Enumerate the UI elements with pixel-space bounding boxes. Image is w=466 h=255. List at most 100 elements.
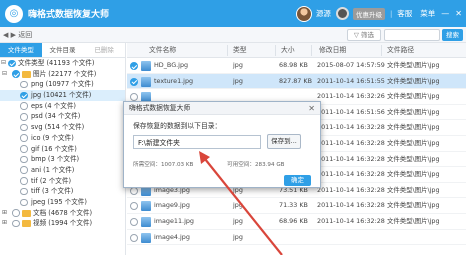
cell-path: 文件类型\图片\jpg <box>387 92 440 101</box>
folder-icon <box>22 209 31 217</box>
filter-button[interactable]: ▽ 筛选 <box>346 29 381 41</box>
vip-upgrade-button[interactable]: 优惠升级 <box>352 7 385 20</box>
save-path-input[interactable] <box>133 135 261 149</box>
tree-item-label: 文档 (4678 个文件) <box>33 208 93 217</box>
column-header-type[interactable]: 类型 <box>233 43 247 58</box>
tree-checkbox[interactable] <box>12 70 20 78</box>
tree-item[interactable]: gif (16 个文件) <box>0 144 125 155</box>
tree-item[interactable]: ⊟ 图片 (22177 个文件) <box>0 69 125 80</box>
tree-checkbox[interactable] <box>20 134 28 142</box>
ok-button[interactable]: 确定 <box>284 175 311 186</box>
row-checkbox[interactable] <box>130 93 138 102</box>
tree-item[interactable]: bmp (3 个文件) <box>0 154 125 165</box>
cell-path: 文件类型\图片\jpg <box>387 170 440 179</box>
left-tabs: 文件类型 文件目录 已删除 <box>0 43 125 58</box>
tree-checkbox[interactable] <box>20 145 28 153</box>
tree-item[interactable]: jpeg (195 个文件) <box>0 197 125 208</box>
tab-file-type[interactable]: 文件类型 <box>0 43 42 57</box>
tree-item-label: tiff (3 个文件) <box>31 187 74 196</box>
avatar[interactable] <box>295 5 312 22</box>
tree-item[interactable]: psd (34 个文件) <box>0 111 125 122</box>
column-header-name[interactable]: 文件名称 <box>149 43 176 58</box>
tree-checkbox[interactable] <box>12 219 20 228</box>
cell-name: HD_BG.jpg <box>154 61 189 69</box>
tree-checkbox[interactable] <box>20 198 28 207</box>
tab-deleted[interactable]: 已删除 <box>83 43 125 57</box>
tree-checkbox[interactable] <box>20 102 28 110</box>
dialog-prompt: 保存恢复的数据到以下目录： <box>133 122 222 130</box>
cell-path: 文件类型\图片\jpg <box>387 217 440 225</box>
expander-icon[interactable]: ⊟ <box>1 58 6 69</box>
minimize-button[interactable]: — <box>441 9 449 18</box>
tree-item[interactable]: ico (9 个文件) <box>0 133 125 144</box>
save-to-button[interactable]: 保存到... <box>267 134 301 149</box>
tree-item[interactable]: jpg (10421 个文件) <box>0 90 125 101</box>
cell-path: 文件类型\图片\jpg <box>387 76 440 85</box>
table-row[interactable]: HD_BG.jpg jpg 68.98 KB 2015-08-07 14:57:59 文… <box>127 58 466 74</box>
tree-checkbox[interactable] <box>20 177 28 185</box>
tree-checkbox[interactable] <box>20 113 28 121</box>
table-row[interactable]: image4.jpg jpg <box>127 230 466 246</box>
back-button[interactable]: ◀ ▶ 返回 <box>3 30 32 40</box>
tree-item[interactable]: png (10977 个文件) <box>0 79 125 90</box>
tree-checkbox[interactable] <box>20 155 28 164</box>
tree-item[interactable]: ani (1 个文件) <box>0 165 125 176</box>
cell-path: 文件类型\图片\jpg <box>387 61 440 69</box>
dialog-close-button[interactable]: ✕ <box>308 102 315 115</box>
table-row[interactable]: texture1.jpg jpg 827.87 KB 2011-10-14 16:51… <box>127 73 466 90</box>
tree-item[interactable]: ⊞ 视频 (1994 个文件) <box>0 218 125 229</box>
image-file-icon <box>141 232 151 243</box>
cell-date: 2011-10-14 16:51:56 <box>317 107 385 116</box>
tree-checkbox[interactable] <box>8 59 16 68</box>
tree-checkbox[interactable] <box>12 209 20 217</box>
row-checkbox[interactable] <box>130 202 138 211</box>
cell-name: image11.jpg <box>154 217 194 225</box>
tree-checkbox[interactable] <box>20 123 28 132</box>
image-file-icon <box>141 76 151 87</box>
username[interactable]: 源源 <box>316 8 331 19</box>
expander-icon[interactable]: ⊟ <box>2 69 7 80</box>
toolbar: ◀ ▶ 返回 ▽ 筛选 搜索 <box>0 27 466 43</box>
column-divider <box>381 45 382 56</box>
table-row[interactable]: image11.jpg jpg 68.96 KB 2011-10-14 16:32:2… <box>127 214 466 230</box>
cell-path: 文件类型\图片\jpg <box>387 154 440 163</box>
row-checkbox[interactable] <box>130 62 138 70</box>
tree-item-label: svg (514 个文件) <box>31 123 85 132</box>
expander-icon[interactable]: ⊞ <box>2 218 7 229</box>
search-button[interactable]: 搜索 <box>442 29 463 41</box>
tree-item[interactable]: svg (514 个文件) <box>0 122 125 133</box>
close-button[interactable]: ✕ <box>455 9 462 18</box>
menu-button[interactable]: 菜单 <box>420 8 435 19</box>
tree-item-label: ico (9 个文件) <box>31 133 74 142</box>
tree-item-label: ani (1 个文件) <box>31 165 75 174</box>
tree-item[interactable]: ⊟ 文件类型 (41193 个文件) <box>0 58 125 69</box>
cell-size: 71.33 KB <box>279 201 308 210</box>
column-header-path[interactable]: 文件路径 <box>387 43 414 58</box>
cell-date: 2011-10-14 16:32:28 <box>317 217 385 225</box>
cell-date: 2011-10-14 16:51:55 <box>317 76 385 85</box>
search-input[interactable] <box>384 29 440 41</box>
expander-icon[interactable]: ⊞ <box>2 208 7 219</box>
table-row[interactable]: image9.jpg jpg 71.33 KB 2011-10-14 16:32:28… <box>127 198 466 214</box>
title-bar-actions: 源源 优惠升级 | 客服 菜单 — ✕ <box>295 0 462 27</box>
gear-icon[interactable] <box>335 7 349 20</box>
tree-checkbox[interactable] <box>20 80 28 89</box>
tab-file-directory[interactable]: 文件目录 <box>42 43 84 57</box>
tree-item[interactable]: tiff (3 个文件) <box>0 186 125 197</box>
row-checkbox[interactable] <box>130 233 138 242</box>
row-checkbox[interactable] <box>130 77 138 86</box>
tree-item[interactable]: eps (4 个文件) <box>0 101 125 112</box>
table-header: 文件名称 类型 大小 修改日期 文件路径 <box>127 43 466 58</box>
tree-checkbox[interactable] <box>20 187 28 196</box>
tree-item-label: psd (34 个文件) <box>31 112 81 121</box>
tree-item-label: jpg (10421 个文件) <box>31 91 92 100</box>
tree-checkbox[interactable] <box>20 91 28 100</box>
row-checkbox[interactable] <box>130 218 138 226</box>
service-button[interactable]: 客服 <box>397 8 412 19</box>
tree-item[interactable]: tif (2 个文件) <box>0 176 125 187</box>
column-header-date[interactable]: 修改日期 <box>319 43 346 58</box>
column-header-size[interactable]: 大小 <box>281 43 295 58</box>
tree-checkbox[interactable] <box>20 166 28 174</box>
tree-item[interactable]: ⊞ 文档 (4678 个文件) <box>0 208 125 219</box>
cell-path: 文件类型\图片\jpg <box>387 139 440 147</box>
